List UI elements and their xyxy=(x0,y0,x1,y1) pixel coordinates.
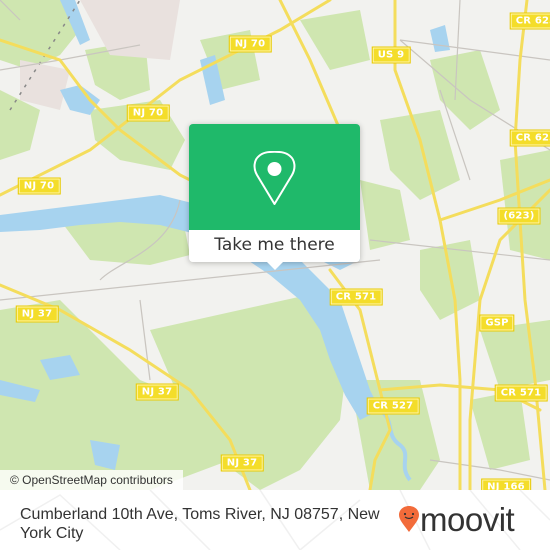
map[interactable]: NJ 70 NJ 70 NJ 70 US 9 CR 623 CR 623 (62… xyxy=(0,0,550,490)
road-label-gsp: GSP xyxy=(479,314,515,332)
road-label-us9: US 9 xyxy=(371,46,411,64)
road-label-nj37: NJ 37 xyxy=(15,305,59,323)
road-label-nj70: NJ 70 xyxy=(17,177,61,195)
popup-pointer xyxy=(267,262,283,270)
road-label-cr527: CR 527 xyxy=(366,397,420,415)
address-text: Cumberland 10th Ave, Toms River, NJ 0875… xyxy=(20,506,380,542)
location-popup[interactable]: Take me there xyxy=(189,124,360,270)
footer: Cumberland 10th Ave, Toms River, NJ 0875… xyxy=(0,490,550,550)
road-label-cr571: CR 571 xyxy=(329,288,383,306)
road-label-nj70: NJ 70 xyxy=(126,104,170,122)
road-label-cr571: CR 571 xyxy=(494,384,548,402)
road-label-nj70: NJ 70 xyxy=(228,35,272,53)
road-label-nj166: NJ 166 xyxy=(481,478,531,490)
map-attribution[interactable]: © OpenStreetMap contributors xyxy=(0,470,183,490)
popup-header[interactable] xyxy=(189,124,360,230)
road-label-623: (623) xyxy=(497,207,541,225)
map-pin-icon xyxy=(253,151,296,205)
road-label-cr623: CR 623 xyxy=(509,129,550,147)
take-me-there-button[interactable]: Take me there xyxy=(189,230,360,262)
road-label-cr623: CR 623 xyxy=(509,12,550,30)
moovit-pin-icon xyxy=(399,506,419,532)
road-label-nj37: NJ 37 xyxy=(135,383,179,401)
moovit-wordmark: moovit xyxy=(420,501,515,538)
road-label-nj37: NJ 37 xyxy=(220,454,264,472)
